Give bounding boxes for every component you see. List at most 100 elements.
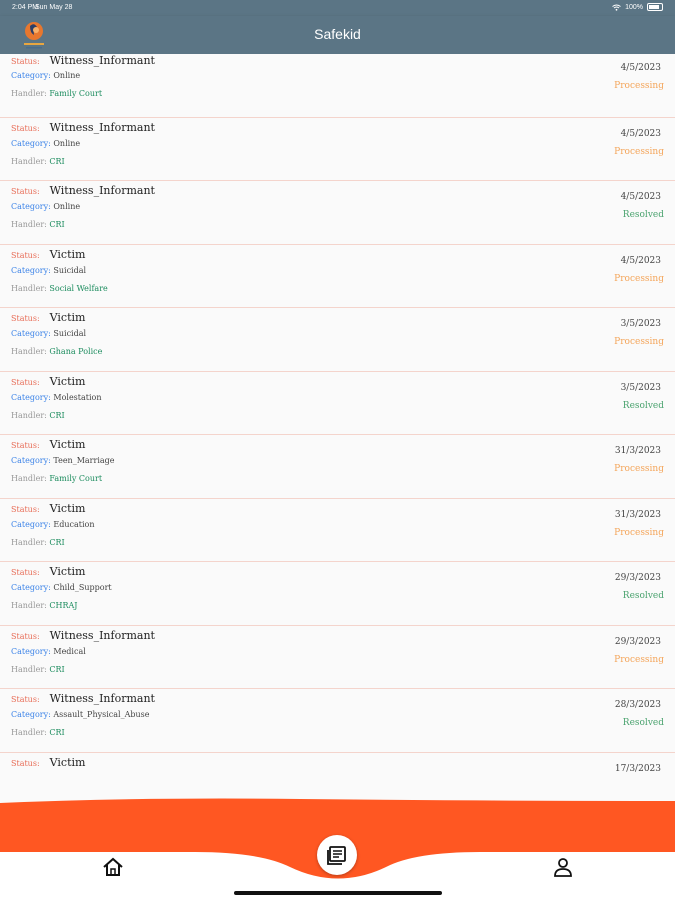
case-state: Processing	[614, 273, 664, 284]
case-row[interactable]: Status: Victim Category: Teen_Marriage Hand…	[0, 435, 675, 499]
case-row[interactable]: Status: Witness_Informant Category: Assaul…	[0, 689, 675, 753]
status-label: Status:	[11, 377, 40, 387]
handler-line: Handler: CHRAJ	[11, 601, 78, 610]
handler-value: CRI	[49, 728, 65, 737]
status-value: Victim	[49, 755, 86, 769]
status-value: Witness_Informant	[49, 120, 155, 134]
case-row[interactable]: Status: Victim Category: Suicidal Handler: …	[0, 244, 675, 308]
profile-icon[interactable]	[552, 856, 574, 878]
status-value: Victim	[49, 247, 86, 261]
home-icon[interactable]	[102, 857, 124, 877]
handler-label: Handler:	[11, 347, 47, 356]
case-state: Resolved	[622, 718, 664, 728]
case-date: 28/3/2023	[614, 700, 661, 710]
case-date: 17/3/2023	[614, 763, 661, 774]
case-date: 3/5/2023	[620, 319, 661, 329]
category-value: Suicidal	[53, 329, 87, 338]
case-state: Processing	[614, 464, 664, 474]
handler-value: Ghana Police	[49, 347, 103, 356]
category-value: Molestation	[53, 392, 102, 402]
case-row[interactable]: Status: Witness_Informant Category: Online…	[0, 181, 675, 245]
category-value: Online	[53, 71, 81, 80]
status-value: Victim	[49, 565, 86, 578]
status-line: Status: Witness_Informant	[11, 121, 155, 134]
category-line: Category: Education	[11, 520, 94, 529]
handler-label: Handler:	[11, 410, 47, 420]
status-label: Status:	[11, 441, 40, 450]
case-list: Status: Witness_Informant Category: Online…	[0, 54, 675, 804]
status-label: Status:	[11, 631, 40, 641]
case-row[interactable]: Status: Victim Category: Child_Support Hand…	[0, 562, 675, 626]
case-row[interactable]: Status: Victim Category: Molestation Handle…	[0, 371, 675, 435]
status-value: Witness_Informant	[49, 54, 155, 67]
case-state: Processing	[614, 527, 664, 538]
handler-value: CHRAJ	[49, 601, 78, 610]
category-value: Education	[53, 519, 95, 529]
status-label: Status:	[11, 250, 40, 260]
handler-line: Handler: CRI	[11, 220, 65, 229]
category-label: Category:	[11, 710, 51, 719]
handler-value: CRI	[49, 664, 65, 674]
category-label: Category:	[11, 392, 51, 402]
handler-label: Handler:	[11, 220, 47, 229]
status-value: Witness_Informant	[49, 692, 155, 705]
status-bar: 2:04 PM Sun May 28 100%	[0, 0, 675, 16]
status-line: Status: Victim	[11, 248, 85, 261]
reports-icon	[327, 846, 346, 865]
category-line: Category: Suicidal	[11, 266, 86, 275]
status-line: Status: Victim	[11, 565, 85, 578]
case-date: 4/5/2023	[620, 255, 661, 266]
category-line: Category: Assault_Physical_Abuse	[11, 710, 149, 719]
case-row[interactable]: Status: Witness_Informant Category: Online…	[0, 117, 675, 181]
handler-label: Handler:	[11, 664, 47, 674]
handler-line: Handler: Ghana Police	[11, 347, 102, 356]
handler-line: Handler: CRI	[11, 728, 65, 737]
handler-line: Handler: Family Court	[11, 89, 102, 98]
battery-icon	[647, 3, 663, 11]
status-label: Status:	[11, 187, 40, 196]
status-label: Status:	[11, 57, 40, 66]
handler-line: Handler: Social Welfare	[11, 284, 108, 293]
category-value: Online	[53, 138, 81, 148]
category-label: Category:	[11, 646, 51, 656]
category-value: Child_Support	[53, 583, 112, 592]
handler-label: Handler:	[11, 537, 47, 547]
battery-percent: 100%	[625, 3, 643, 11]
category-label: Category:	[11, 202, 51, 211]
category-line: Category: Molestation	[11, 393, 102, 402]
case-row[interactable]: Status: Witness_Informant Category: Medica…	[0, 625, 675, 689]
handler-value: CRI	[49, 156, 65, 166]
handler-label: Handler:	[11, 283, 47, 293]
status-line: Status: Witness_Informant	[11, 629, 155, 642]
handler-value: Social Welfare	[49, 283, 108, 293]
status-value: Witness_Informant	[49, 184, 155, 197]
category-label: Category:	[11, 583, 51, 592]
case-state: Resolved	[622, 591, 664, 601]
status-value: Victim	[49, 501, 86, 515]
case-state: Resolved	[622, 210, 664, 220]
handler-line: Handler: CRI	[11, 538, 65, 547]
category-line: Category: Suicidal	[11, 329, 86, 338]
category-value: Suicidal	[53, 265, 87, 275]
case-date: 4/5/2023	[620, 63, 661, 73]
handler-value: Family Court	[49, 474, 103, 483]
status-label: Status:	[11, 314, 40, 323]
status-line: Status: Victim	[11, 375, 85, 388]
handler-label: Handler:	[11, 89, 47, 98]
case-state: Processing	[614, 81, 664, 91]
handler-line: Handler: Family Court	[11, 474, 102, 483]
case-row[interactable]: Status: Witness_Informant Category: Online…	[0, 54, 675, 118]
handler-value: CRI	[49, 537, 65, 547]
status-right: 100%	[612, 3, 663, 11]
case-state: Processing	[614, 654, 664, 665]
case-state: Resolved	[622, 400, 664, 411]
status-line: Status: Victim	[11, 502, 85, 515]
category-line: Category: Online	[11, 202, 80, 211]
case-row[interactable]: Status: Victim Category: Suicidal Handler: …	[0, 308, 675, 372]
category-value: Medical	[53, 646, 86, 656]
status-value: Witness_Informant	[49, 628, 155, 642]
reports-button[interactable]	[317, 835, 357, 875]
status-label: Status:	[11, 758, 40, 768]
case-row[interactable]: Status: Victim Category: Education Handler:…	[0, 498, 675, 562]
status-line: Status: Victim	[11, 756, 85, 769]
